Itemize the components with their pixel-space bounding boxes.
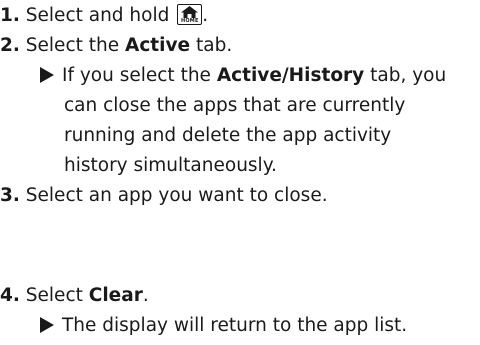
arrow-bullet-icon [40,317,54,333]
step-text: Select an app you want to close. [25,185,328,206]
step-text: Select and hold [25,5,170,26]
step-number: 3. [0,185,20,206]
step-text-end: tab. [195,35,233,56]
step-3: 3. Select an app you want to close. [0,181,328,211]
step-2-note-line-4: history simultaneously. [64,155,277,176]
step-2-note-line-1: If you select the Active/History tab, yo… [40,61,446,91]
note-text: If you select the [62,65,211,86]
step-4-note: The display will return to the app list. [40,311,407,341]
step-2: 2. Select the Active tab. [0,31,232,61]
step-text: Select the [25,35,120,56]
note-text: The display will return to the app list. [62,315,408,336]
arrow-bullet-icon [40,67,54,83]
step-text-end: . [142,285,149,306]
clear-label: Clear [88,285,143,306]
step-1: 1. Select and hold HOME . [0,1,208,31]
step-number: 4. [0,285,20,306]
step-4: 4. Select Clear. [0,281,149,311]
home-icon [181,6,199,18]
step-text-end: . [202,5,209,26]
note-text-end: tab, you [370,65,447,86]
step-2-note-line-2: can close the apps that are currently [64,95,406,116]
step-2-note-line-3: running and delete the app activity [64,125,392,146]
step-text: Select [25,285,83,306]
home-button-icon: HOME [177,4,203,25]
active-history-tab-label: Active/History [216,65,365,86]
step-number: 2. [0,35,20,56]
home-label: HOME [180,18,199,24]
active-tab-label: Active [125,35,191,56]
step-number: 1. [0,5,20,26]
